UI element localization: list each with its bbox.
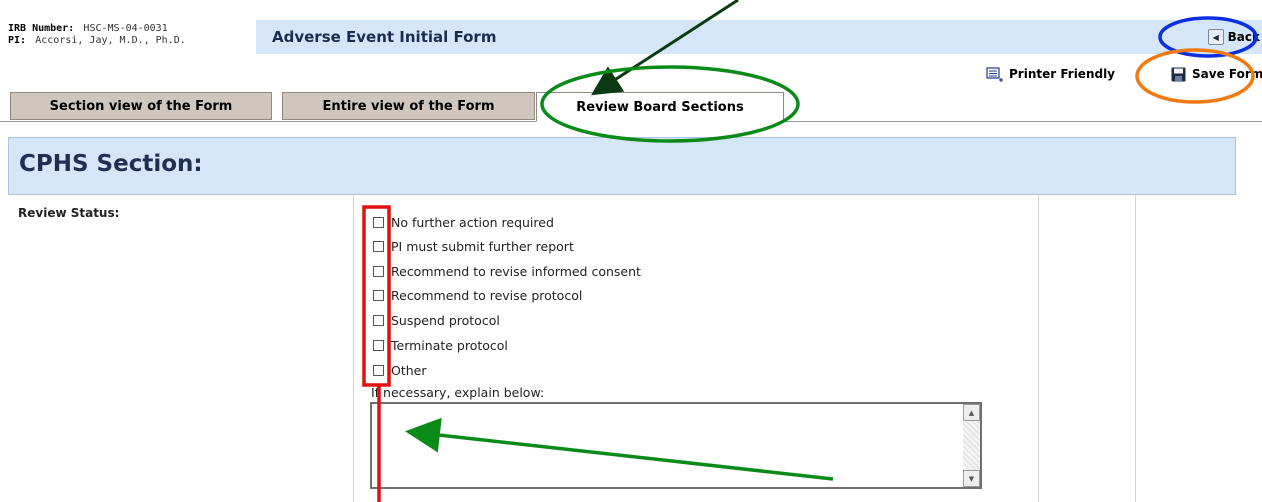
annotation-arrow <box>590 0 739 96</box>
annotation-arrow-green <box>405 417 834 481</box>
annotation-rect-red <box>362 205 391 387</box>
annotation-ellipse-orange <box>1135 48 1255 104</box>
annotation-ellipse-green <box>540 65 800 143</box>
annotation-overlay <box>362 0 1258 502</box>
